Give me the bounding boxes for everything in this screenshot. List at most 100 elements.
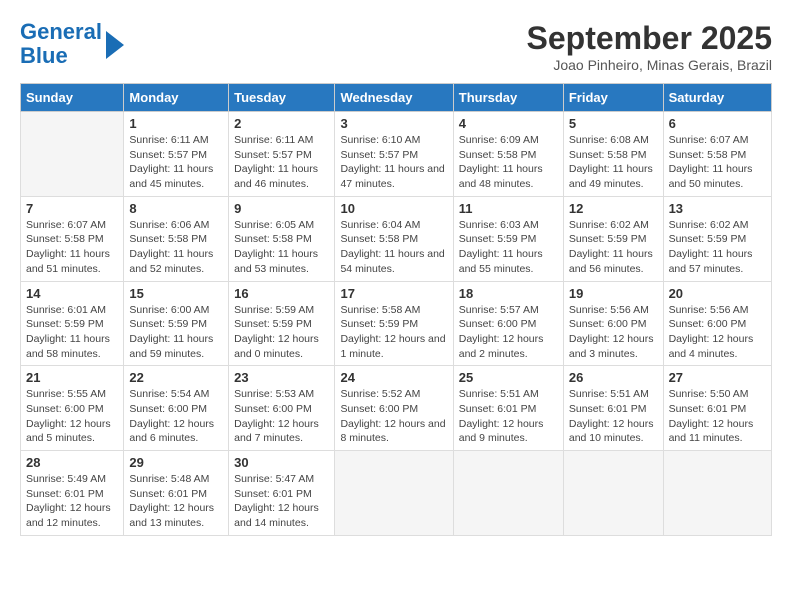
calendar-cell	[21, 112, 124, 197]
calendar-cell: 6 Sunrise: 6:07 AMSunset: 5:58 PMDaylight…	[663, 112, 771, 197]
day-number: 28	[26, 455, 118, 470]
day-info: Sunrise: 5:58 AMSunset: 5:59 PMDaylight:…	[340, 303, 447, 362]
day-number: 10	[340, 201, 447, 216]
day-info: Sunrise: 6:09 AMSunset: 5:58 PMDaylight:…	[459, 133, 558, 192]
calendar-header-monday: Monday	[124, 84, 229, 112]
day-info: Sunrise: 6:05 AMSunset: 5:58 PMDaylight:…	[234, 218, 329, 277]
day-number: 22	[129, 370, 223, 385]
calendar-cell: 1 Sunrise: 6:11 AMSunset: 5:57 PMDaylight…	[124, 112, 229, 197]
day-info: Sunrise: 6:11 AMSunset: 5:57 PMDaylight:…	[129, 133, 223, 192]
day-info: Sunrise: 6:02 AMSunset: 5:59 PMDaylight:…	[569, 218, 658, 277]
calendar-cell: 5 Sunrise: 6:08 AMSunset: 5:58 PMDaylight…	[563, 112, 663, 197]
calendar-cell	[563, 451, 663, 536]
day-info: Sunrise: 6:07 AMSunset: 5:58 PMDaylight:…	[669, 133, 766, 192]
calendar-cell: 25 Sunrise: 5:51 AMSunset: 6:01 PMDayligh…	[453, 366, 563, 451]
day-number: 16	[234, 286, 329, 301]
calendar-cell: 23Sunrise: 5:53 AMSunset: 6:00 PMDayligh…	[229, 366, 335, 451]
day-info: Sunrise: 5:52 AMSunset: 6:00 PMDaylight:…	[340, 387, 447, 446]
day-number: 24	[340, 370, 447, 385]
day-info: Sunrise: 6:04 AMSunset: 5:58 PMDaylight:…	[340, 218, 447, 277]
calendar-cell: 14Sunrise: 6:01 AMSunset: 5:59 PMDayligh…	[21, 281, 124, 366]
calendar-header-row: SundayMondayTuesdayWednesdayThursdayFrid…	[21, 84, 772, 112]
day-info: Sunrise: 5:56 AMSunset: 6:00 PMDaylight:…	[669, 303, 766, 362]
calendar-cell: 29Sunrise: 5:48 AMSunset: 6:01 PMDayligh…	[124, 451, 229, 536]
logo-arrow-icon	[106, 31, 124, 59]
calendar-cell: 4 Sunrise: 6:09 AMSunset: 5:58 PMDaylight…	[453, 112, 563, 197]
calendar-cell: 15 Sunrise: 6:00 AMSunset: 5:59 PMDayligh…	[124, 281, 229, 366]
day-info: Sunrise: 5:55 AMSunset: 6:00 PMDaylight:…	[26, 387, 118, 446]
calendar-cell: 19 Sunrise: 5:56 AMSunset: 6:00 PMDayligh…	[563, 281, 663, 366]
day-number: 2	[234, 116, 329, 131]
calendar-cell: 13 Sunrise: 6:02 AMSunset: 5:59 PMDayligh…	[663, 196, 771, 281]
calendar-header-wednesday: Wednesday	[335, 84, 453, 112]
day-info: Sunrise: 5:54 AMSunset: 6:00 PMDaylight:…	[129, 387, 223, 446]
calendar-cell: 9 Sunrise: 6:05 AMSunset: 5:58 PMDaylight…	[229, 196, 335, 281]
calendar-cell	[453, 451, 563, 536]
calendar-header-saturday: Saturday	[663, 84, 771, 112]
calendar-header-tuesday: Tuesday	[229, 84, 335, 112]
day-number: 12	[569, 201, 658, 216]
day-number: 7	[26, 201, 118, 216]
day-info: Sunrise: 5:48 AMSunset: 6:01 PMDaylight:…	[129, 472, 223, 531]
calendar-cell: 18Sunrise: 5:57 AMSunset: 6:00 PMDayligh…	[453, 281, 563, 366]
day-number: 6	[669, 116, 766, 131]
day-number: 8	[129, 201, 223, 216]
day-info: Sunrise: 5:50 AMSunset: 6:01 PMDaylight:…	[669, 387, 766, 446]
day-info: Sunrise: 6:01 AMSunset: 5:59 PMDaylight:…	[26, 303, 118, 362]
calendar-week-row: 28 Sunrise: 5:49 AMSunset: 6:01 PMDayligh…	[21, 451, 772, 536]
calendar-cell: 3Sunrise: 6:10 AMSunset: 5:57 PMDaylight…	[335, 112, 453, 197]
calendar-cell: 17 Sunrise: 5:58 AMSunset: 5:59 PMDayligh…	[335, 281, 453, 366]
day-number: 18	[459, 286, 558, 301]
day-number: 26	[569, 370, 658, 385]
day-info: Sunrise: 6:07 AMSunset: 5:58 PMDaylight:…	[26, 218, 118, 277]
day-number: 19	[569, 286, 658, 301]
calendar-cell: 16Sunrise: 5:59 AMSunset: 5:59 PMDayligh…	[229, 281, 335, 366]
calendar-table: SundayMondayTuesdayWednesdayThursdayFrid…	[20, 83, 772, 536]
day-info: Sunrise: 5:51 AMSunset: 6:01 PMDaylight:…	[459, 387, 558, 446]
day-number: 13	[669, 201, 766, 216]
day-number: 15	[129, 286, 223, 301]
calendar-cell: 8 Sunrise: 6:06 AMSunset: 5:58 PMDaylight…	[124, 196, 229, 281]
page-subtitle: Joao Pinheiro, Minas Gerais, Brazil	[527, 57, 772, 73]
logo-text: GeneralBlue	[20, 20, 102, 68]
day-info: Sunrise: 6:02 AMSunset: 5:59 PMDaylight:…	[669, 218, 766, 277]
day-number: 9	[234, 201, 329, 216]
day-number: 20	[669, 286, 766, 301]
day-number: 17	[340, 286, 447, 301]
calendar-cell: 11Sunrise: 6:03 AMSunset: 5:59 PMDayligh…	[453, 196, 563, 281]
calendar-cell: 30 Sunrise: 5:47 AMSunset: 6:01 PMDayligh…	[229, 451, 335, 536]
calendar-cell: 2 Sunrise: 6:11 AMSunset: 5:57 PMDaylight…	[229, 112, 335, 197]
calendar-week-row: 7 Sunrise: 6:07 AMSunset: 5:58 PMDaylight…	[21, 196, 772, 281]
day-info: Sunrise: 6:06 AMSunset: 5:58 PMDaylight:…	[129, 218, 223, 277]
day-info: Sunrise: 5:51 AMSunset: 6:01 PMDaylight:…	[569, 387, 658, 446]
day-number: 1	[129, 116, 223, 131]
calendar-header-friday: Friday	[563, 84, 663, 112]
page-title: September 2025	[527, 20, 772, 57]
calendar-cell: 26 Sunrise: 5:51 AMSunset: 6:01 PMDayligh…	[563, 366, 663, 451]
day-info: Sunrise: 5:47 AMSunset: 6:01 PMDaylight:…	[234, 472, 329, 531]
calendar-header-thursday: Thursday	[453, 84, 563, 112]
calendar-header-sunday: Sunday	[21, 84, 124, 112]
day-number: 11	[459, 201, 558, 216]
day-number: 30	[234, 455, 329, 470]
calendar-cell: 7 Sunrise: 6:07 AMSunset: 5:58 PMDaylight…	[21, 196, 124, 281]
day-number: 25	[459, 370, 558, 385]
calendar-cell: 27Sunrise: 5:50 AMSunset: 6:01 PMDayligh…	[663, 366, 771, 451]
calendar-cell: 12 Sunrise: 6:02 AMSunset: 5:59 PMDayligh…	[563, 196, 663, 281]
day-number: 4	[459, 116, 558, 131]
day-info: Sunrise: 6:08 AMSunset: 5:58 PMDaylight:…	[569, 133, 658, 192]
day-info: Sunrise: 5:56 AMSunset: 6:00 PMDaylight:…	[569, 303, 658, 362]
calendar-cell: 21 Sunrise: 5:55 AMSunset: 6:00 PMDayligh…	[21, 366, 124, 451]
day-info: Sunrise: 6:00 AMSunset: 5:59 PMDaylight:…	[129, 303, 223, 362]
calendar-week-row: 14Sunrise: 6:01 AMSunset: 5:59 PMDayligh…	[21, 281, 772, 366]
day-info: Sunrise: 5:49 AMSunset: 6:01 PMDaylight:…	[26, 472, 118, 531]
calendar-week-row: 21 Sunrise: 5:55 AMSunset: 6:00 PMDayligh…	[21, 366, 772, 451]
calendar-cell: 20 Sunrise: 5:56 AMSunset: 6:00 PMDayligh…	[663, 281, 771, 366]
calendar-cell: 24 Sunrise: 5:52 AMSunset: 6:00 PMDayligh…	[335, 366, 453, 451]
page-header: GeneralBlue September 2025 Joao Pinheiro…	[20, 20, 772, 73]
day-number: 21	[26, 370, 118, 385]
day-number: 5	[569, 116, 658, 131]
day-info: Sunrise: 5:53 AMSunset: 6:00 PMDaylight:…	[234, 387, 329, 446]
calendar-cell	[663, 451, 771, 536]
day-info: Sunrise: 6:11 AMSunset: 5:57 PMDaylight:…	[234, 133, 329, 192]
